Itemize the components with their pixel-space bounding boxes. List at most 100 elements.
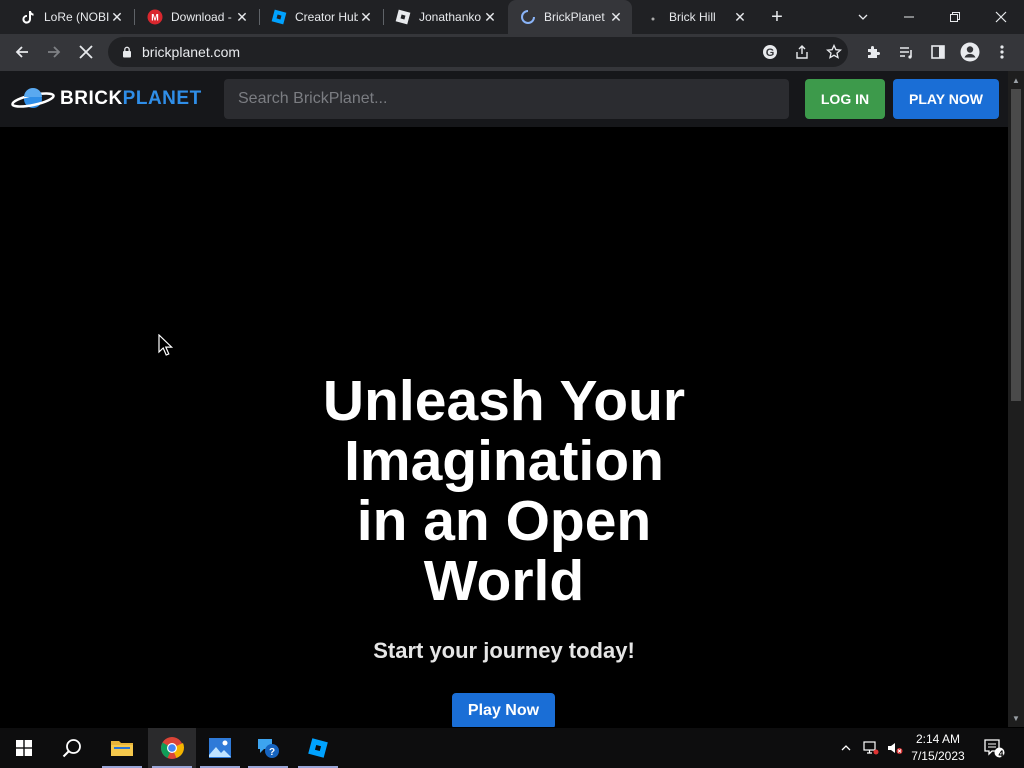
hero-heading-line: World: [423, 549, 585, 613]
clock-date: 7/15/2023: [911, 749, 965, 763]
minimize-icon: [904, 16, 914, 18]
folder-icon: [111, 741, 133, 756]
extensions-button[interactable]: [860, 38, 888, 66]
system-clock[interactable]: 2:14 AM 7/15/2023: [905, 731, 971, 765]
back-arrow-icon: [15, 46, 28, 58]
windows-taskbar: ? 2:14 AM 7/15/2023 4: [0, 728, 1024, 768]
brickplanet-logo[interactable]: BRICKPLANET: [10, 85, 202, 113]
tab-search-button[interactable]: [840, 0, 886, 34]
planet-logo-icon: [11, 88, 55, 108]
logo-text: BRICKPLANET: [60, 88, 202, 109]
side-panel-icon: [931, 45, 945, 59]
tiktok-icon: [20, 9, 36, 25]
brick-hill-icon: [645, 9, 661, 25]
star-icon: [826, 44, 842, 59]
roblox-studio-icon: [308, 738, 328, 758]
close-tab-icon[interactable]: ✕: [109, 9, 125, 25]
volume-button[interactable]: [884, 728, 906, 768]
start-button[interactable]: [0, 728, 48, 768]
windows-logo-icon: [16, 740, 32, 756]
close-tab-icon[interactable]: ✕: [482, 9, 498, 25]
roblox-studio-taskbar-button[interactable]: [294, 728, 342, 768]
page-scrollbar[interactable]: ▲ ▼: [1008, 71, 1024, 727]
network-button[interactable]: [860, 728, 882, 768]
share-icon: [796, 45, 808, 59]
lock-icon: [120, 45, 134, 59]
kebab-menu-icon: [1000, 45, 1004, 59]
scroll-up-icon[interactable]: ▲: [1011, 75, 1021, 85]
file-explorer-button[interactable]: [98, 728, 146, 768]
tab-creator-hub[interactable]: Creator Hub ✕: [259, 0, 382, 34]
tab-title: Download -: [171, 10, 232, 24]
close-icon: [995, 11, 1007, 23]
play-now-nav-button[interactable]: PLAY NOW: [893, 79, 999, 119]
show-hidden-icons-button[interactable]: [836, 728, 856, 768]
minimize-button[interactable]: [886, 0, 932, 34]
restore-icon: [950, 12, 960, 22]
hero-heading-line: in an Open: [356, 489, 652, 553]
tab-title: Jonathanko: [419, 10, 482, 24]
login-button[interactable]: LOG IN: [805, 79, 885, 119]
browser-toolbar: brickplanet.com G: [0, 34, 1024, 70]
mouse-cursor-icon: [158, 334, 174, 356]
site-navbar: BRICKPLANET LOG IN PLAY NOW: [0, 71, 1008, 127]
chevron-down-icon: [858, 14, 868, 20]
chrome-icon: [161, 737, 184, 759]
close-window-button[interactable]: [978, 0, 1024, 34]
svg-text:?: ?: [269, 747, 275, 758]
forward-button[interactable]: [40, 38, 68, 66]
close-tab-icon[interactable]: ✕: [608, 9, 624, 25]
close-tab-icon[interactable]: ✕: [358, 9, 374, 25]
chrome-menu-button[interactable]: [988, 38, 1016, 66]
back-button[interactable]: [8, 38, 36, 66]
hero-heading-line: Unleash Your: [322, 369, 686, 433]
close-tab-icon[interactable]: ✕: [732, 9, 748, 25]
search-taskbar-button[interactable]: [48, 728, 96, 768]
restore-button[interactable]: [932, 0, 978, 34]
bookmark-button[interactable]: [820, 38, 848, 66]
hero-play-now-button[interactable]: Play Now: [452, 693, 555, 727]
share-button[interactable]: [788, 38, 816, 66]
site-search-input[interactable]: [224, 79, 789, 119]
tab-mega[interactable]: M Download - ✕: [135, 0, 258, 34]
media-controls-button[interactable]: [892, 38, 920, 66]
tab-tiktok[interactable]: LoRe (NOBI ✕: [8, 0, 133, 34]
stop-icon: [79, 45, 93, 59]
hero-subtitle: Start your journey today!: [373, 638, 635, 663]
scrollbar-thumb[interactable]: [1011, 89, 1021, 401]
action-center-button[interactable]: 4: [978, 728, 1010, 768]
google-icon: G: [763, 45, 777, 59]
tab-title: Creator Hub: [295, 10, 358, 24]
loading-spinner-icon: [520, 9, 536, 25]
get-help-button[interactable]: ?: [244, 728, 292, 768]
playlist-icon: [900, 47, 912, 59]
google-lens-button[interactable]: G: [756, 38, 784, 66]
hero-heading-line: Imagination: [344, 429, 664, 493]
svg-text:M: M: [151, 13, 159, 23]
network-icon: [863, 741, 879, 755]
tab-roblox-profile[interactable]: Jonathanko ✕: [383, 0, 506, 34]
notification-count-badge: 4: [998, 749, 1004, 759]
chrome-taskbar-button[interactable]: [148, 728, 196, 768]
chevron-up-icon: [841, 745, 851, 751]
roblox-icon: [395, 9, 411, 25]
tab-brickplanet[interactable]: BrickPlanet ✕: [508, 0, 632, 34]
clock-time: 2:14 AM: [915, 732, 961, 746]
stop-loading-button[interactable]: [72, 38, 100, 66]
hero-heading: Unleash Your Imagination in an Open Worl…: [254, 371, 754, 611]
side-panel-button[interactable]: [924, 38, 952, 66]
roblox-studio-icon: [271, 9, 287, 25]
mega-icon: M: [147, 9, 163, 25]
tab-title: BrickPlanet: [544, 10, 605, 24]
photos-button[interactable]: [196, 728, 244, 768]
tab-brick-hill[interactable]: Brick Hill ✕: [633, 0, 756, 34]
tab-strip: LoRe (NOBI ✕ M Download - ✕ Creator Hub …: [0, 0, 1024, 34]
close-tab-icon[interactable]: ✕: [234, 9, 250, 25]
forward-arrow-icon: [48, 46, 61, 58]
web-page: BRICKPLANET LOG IN PLAY NOW Unleash Your…: [0, 71, 1008, 727]
new-tab-button[interactable]: +: [766, 6, 788, 28]
scroll-down-icon[interactable]: ▼: [1011, 713, 1021, 723]
url-text: brickplanet.com: [142, 44, 241, 60]
profile-button[interactable]: [956, 38, 984, 66]
address-bar[interactable]: brickplanet.com: [108, 37, 848, 67]
